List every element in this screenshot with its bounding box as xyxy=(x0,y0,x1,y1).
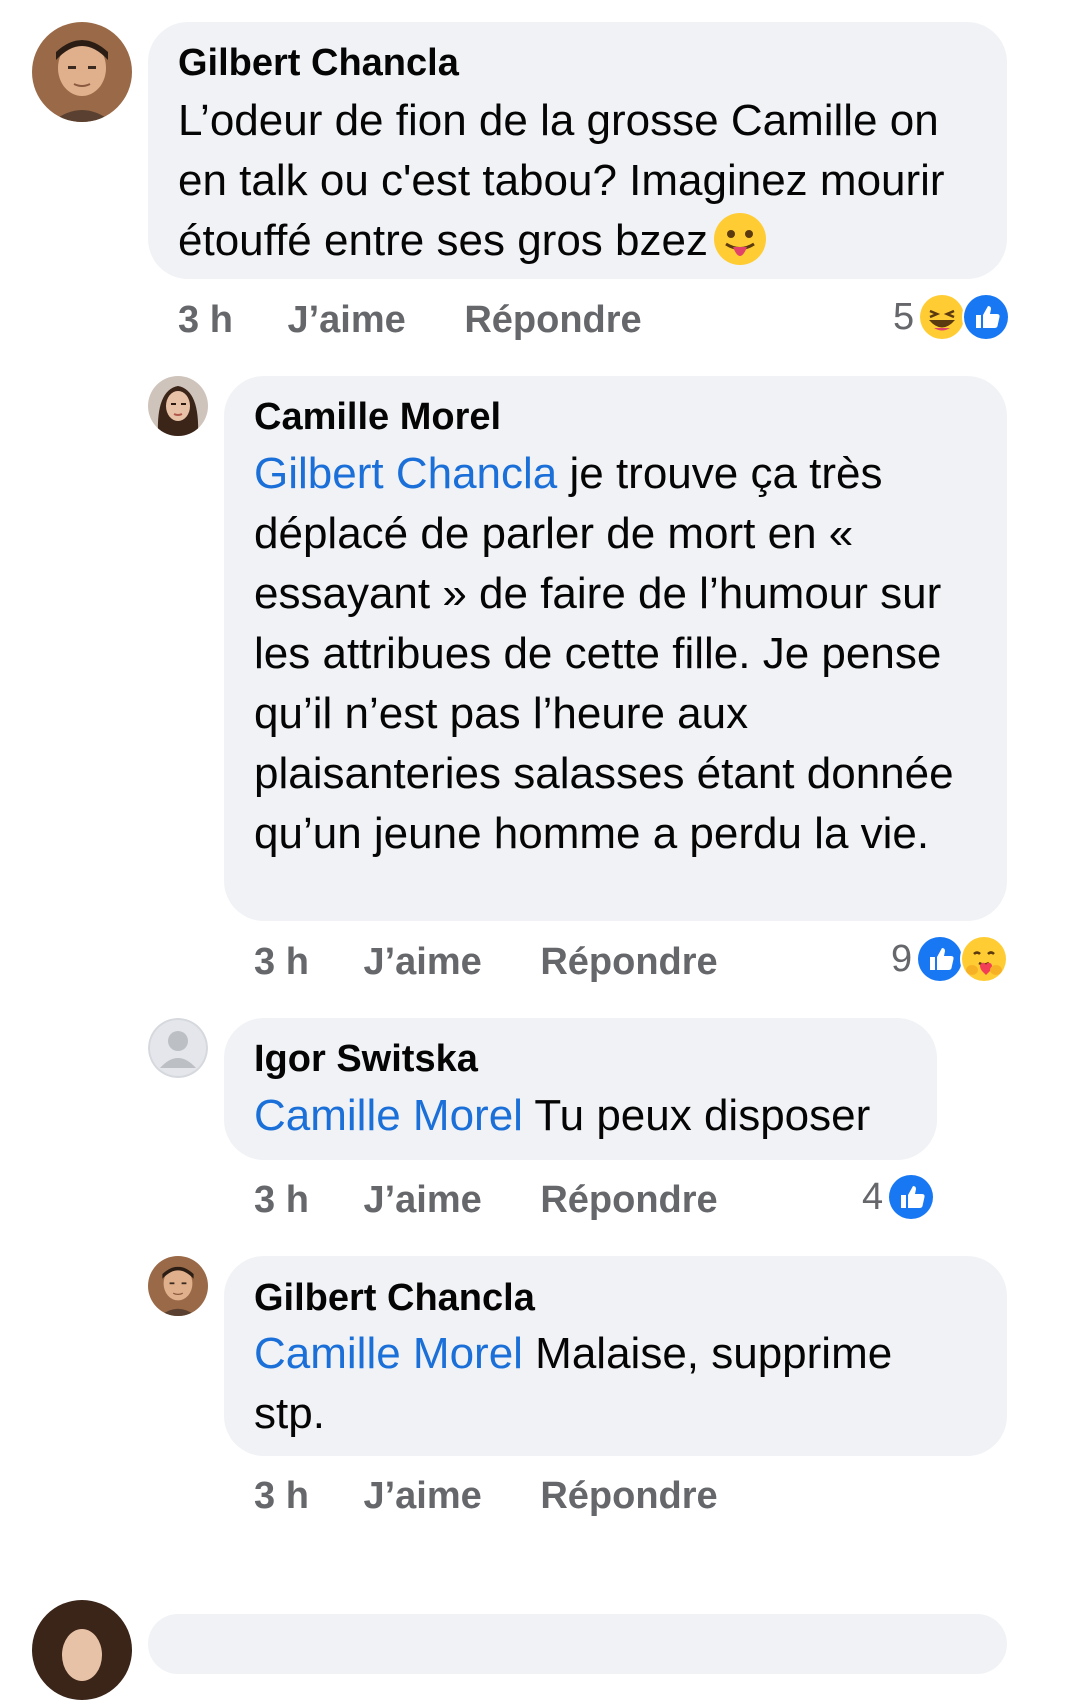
avatar-gilbert-chancla[interactable] xyxy=(148,1256,208,1316)
comment-timestamp[interactable]: 3 h xyxy=(254,941,309,983)
comment-timestamp[interactable]: 3 h xyxy=(254,1475,309,1517)
reply-button[interactable]: Répondre xyxy=(540,941,717,983)
haha-icon xyxy=(918,293,967,341)
reply-button[interactable]: Répondre xyxy=(464,299,641,341)
reply-button[interactable]: Répondre xyxy=(540,1475,717,1517)
comment-actions: 3 h J’aime Répondre xyxy=(178,298,642,342)
comment-author[interactable]: Camille Morel xyxy=(254,396,501,438)
comment-timestamp[interactable]: 3 h xyxy=(178,299,233,341)
reaction-summary[interactable]: 5 xyxy=(893,293,1011,341)
mention-link[interactable]: Gilbert Chancla xyxy=(254,449,557,498)
like-button[interactable]: J’aime xyxy=(363,1475,481,1517)
reaction-count: 4 xyxy=(862,1176,884,1218)
avatar-igor-switska[interactable] xyxy=(148,1018,208,1078)
comment-actions: 3 h J’aime Répondre xyxy=(254,940,718,984)
avatar-camille-morel[interactable] xyxy=(148,376,208,436)
reaction-summary[interactable]: 4 xyxy=(862,1173,936,1221)
comment-timestamp[interactable]: 3 h xyxy=(254,1179,309,1221)
mention-link[interactable]: Camille Morel xyxy=(254,1091,523,1140)
like-button[interactable]: J’aime xyxy=(363,941,481,983)
reaction-summary[interactable]: 9 xyxy=(891,935,1009,983)
like-button[interactable]: J’aime xyxy=(363,1179,481,1221)
avatar-gilbert-chancla[interactable] xyxy=(32,22,132,122)
comment-author[interactable]: Gilbert Chancla xyxy=(254,1277,535,1319)
comment-author[interactable]: Igor Switska xyxy=(254,1038,478,1080)
comment-text: L’odeur de fion de la grosse Camille on … xyxy=(178,96,945,267)
comment-actions: 3 h J’aime Répondre xyxy=(254,1474,718,1518)
reply-button[interactable]: Répondre xyxy=(540,1179,717,1221)
care-icon xyxy=(960,935,1009,983)
comment-bubble xyxy=(148,1614,1007,1674)
like-icon xyxy=(962,293,1011,341)
comment-author[interactable]: Gilbert Chancla xyxy=(178,42,459,84)
mention-link[interactable]: Camille Morel xyxy=(254,1329,523,1378)
reaction-count: 5 xyxy=(893,296,915,338)
like-icon xyxy=(916,935,965,983)
like-icon xyxy=(887,1173,936,1221)
comment-actions: 3 h J’aime Répondre xyxy=(254,1178,718,1222)
face-with-tongue-icon xyxy=(712,211,768,267)
reaction-count: 9 xyxy=(891,938,913,980)
like-button[interactable]: J’aime xyxy=(287,299,405,341)
comment-text: Camille Morel Malaise, supprime stp. xyxy=(254,1329,893,1438)
avatar-next-comment[interactable] xyxy=(32,1600,132,1700)
comment-text: Gilbert Chancla je trouve ça très déplac… xyxy=(254,449,954,858)
comment-text: Camille Morel Tu peux disposer xyxy=(254,1091,871,1140)
